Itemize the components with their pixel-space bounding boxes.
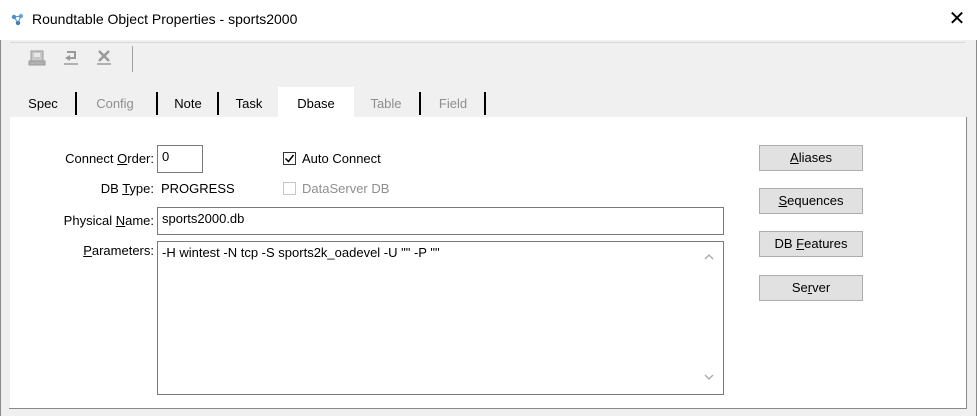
tab-separator xyxy=(217,92,219,115)
physical-name-input[interactable]: sports2000.db xyxy=(157,207,724,235)
save-icon[interactable] xyxy=(26,47,48,69)
undo-icon[interactable] xyxy=(60,47,82,69)
toolbar-separator xyxy=(10,42,965,43)
tab-table[interactable]: Table xyxy=(356,90,416,117)
toolbar-divider xyxy=(132,46,133,72)
aliases-button[interactable]: Aliases xyxy=(759,145,863,171)
delete-icon[interactable] xyxy=(93,47,115,69)
parameters-label: Parameters: xyxy=(83,243,154,258)
tab-config[interactable]: Config xyxy=(80,90,150,117)
connect-order-input[interactable]: 0 xyxy=(157,145,203,173)
connect-order-label: Connect Order: xyxy=(65,151,154,166)
parameters-textarea[interactable]: -H wintest -N tcp -S sports2k_oadevel -U… xyxy=(157,241,724,395)
sequences-button[interactable]: Sequences xyxy=(759,188,863,214)
close-icon[interactable]: ✕ xyxy=(946,8,968,30)
auto-connect-label: Auto Connect xyxy=(302,151,381,166)
tab-separator xyxy=(419,92,421,115)
db-type-label: DB Type: xyxy=(100,181,154,196)
tab-dbase[interactable]: Dbase xyxy=(278,87,354,119)
scroll-down-icon[interactable] xyxy=(704,373,714,384)
auto-connect-checkbox[interactable] xyxy=(283,152,296,165)
dataserver-db-checkbox[interactable] xyxy=(283,182,296,195)
server-button[interactable]: Server xyxy=(759,275,863,301)
tab-separator xyxy=(156,92,158,115)
db-features-button[interactable]: DB Features xyxy=(759,231,863,257)
tab-spec[interactable]: Spec xyxy=(12,90,74,117)
tab-task[interactable]: Task xyxy=(222,90,276,117)
parameters-text: -H wintest -N tcp -S sports2k_oadevel -U… xyxy=(162,245,440,260)
window-title: Roundtable Object Properties - sports200… xyxy=(32,11,298,27)
roundtable-icon xyxy=(9,11,27,29)
physical-name-label: Physical Name: xyxy=(63,213,154,228)
tab-separator xyxy=(484,92,486,115)
tab-note[interactable]: Note xyxy=(162,90,214,117)
dataserver-db-label: DataServer DB xyxy=(302,181,390,196)
tab-field[interactable]: Field xyxy=(424,90,482,117)
tab-separator xyxy=(75,92,77,115)
db-type-value: PROGRESS xyxy=(161,181,235,196)
scroll-up-icon[interactable] xyxy=(704,253,714,264)
